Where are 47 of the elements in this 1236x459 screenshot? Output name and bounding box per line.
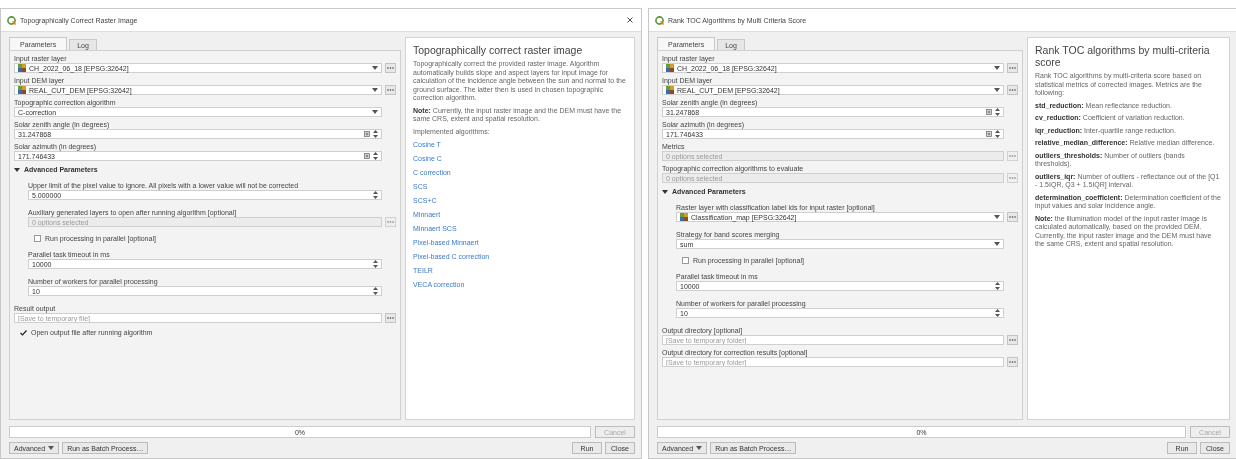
browse-button[interactable] [1007,212,1018,222]
calculator-icon [986,109,992,115]
help-heading: Rank TOC algorithms by multi-criteria score [1035,44,1211,68]
caret-icon [372,110,378,114]
calculator-icon [364,153,370,159]
browse-button[interactable] [385,85,396,95]
caret-icon [48,446,55,450]
close-button[interactable] [625,15,635,25]
spin-arrows-icon [373,287,378,295]
spin-arrows-icon [995,282,1000,290]
calculator-icon [986,131,992,137]
spin-arrows-icon [995,130,1000,138]
close-icon [627,17,633,23]
expanded-triangle-icon [662,188,668,195]
caret-icon [372,66,378,70]
caret-icon [994,242,1000,246]
raster-layer-icon [18,86,26,94]
caret-icon [372,88,378,92]
help-heading: Topographically correct raster image [413,44,584,56]
app-icon [7,15,16,25]
caret-icon [994,215,1000,219]
app-icon [655,15,664,25]
calculator-icon [364,131,370,137]
expanded-triangle-icon [14,166,20,173]
browse-button[interactable] [1007,173,1018,183]
browse-button[interactable] [1007,357,1018,367]
browse-button[interactable] [1007,63,1018,73]
browse-button[interactable] [385,63,396,73]
browse-button[interactable] [1007,151,1018,161]
raster-layer-icon [666,64,674,72]
spin-arrows-icon [373,152,378,160]
caret-icon [696,446,703,450]
raster-layer-icon [666,86,674,94]
browse-button[interactable] [385,217,396,227]
browse-button[interactable] [385,313,396,323]
browse-button[interactable] [1007,85,1018,95]
spin-arrows-icon [373,260,378,268]
spin-arrows-icon [373,130,378,138]
browse-button[interactable] [1007,335,1018,345]
spin-arrows-icon [373,191,378,199]
raster-layer-icon [18,64,26,72]
spin-arrows-icon [995,108,1000,116]
checkmark-icon [20,329,27,336]
caret-icon [994,88,1000,92]
raster-layer-icon [680,213,688,221]
spin-arrows-icon [995,309,1000,317]
caret-icon [994,66,1000,70]
